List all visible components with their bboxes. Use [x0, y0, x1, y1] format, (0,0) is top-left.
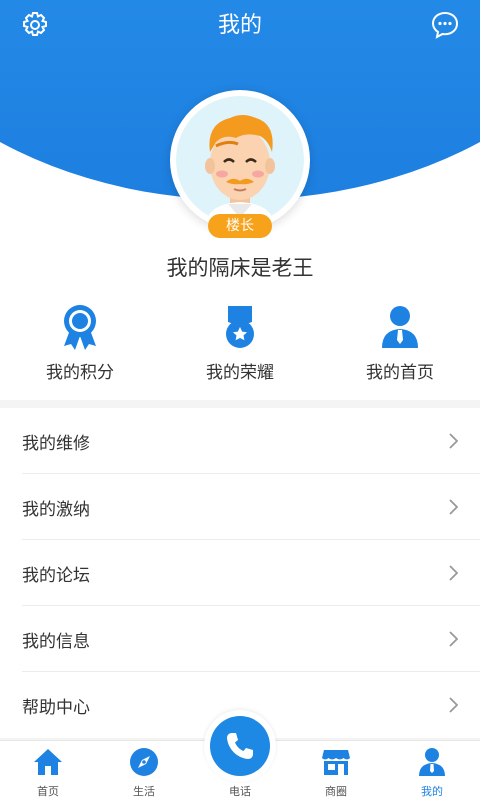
tab-phone-label: 电话: [229, 785, 251, 798]
feature-points[interactable]: 我的积分: [0, 290, 160, 400]
menu-item-label: 我的论坛: [22, 565, 90, 586]
home-icon: [34, 749, 62, 775]
menu-item-forum[interactable]: 我的论坛: [0, 540, 480, 606]
medal-icon: [226, 306, 254, 348]
phone-icon: [227, 733, 253, 759]
person-icon: [419, 748, 445, 776]
user-profile-icon: [382, 306, 418, 348]
tab-home-label: 首页: [37, 785, 59, 798]
menu-item-label: 我的信息: [22, 631, 90, 652]
feature-points-label: 我的积分: [46, 363, 114, 383]
page-title: 我的: [217, 13, 262, 38]
ribbon-award-icon: [64, 305, 96, 350]
menu-item-label: 我的维修: [22, 433, 90, 454]
feature-homepage-label: 我的首页: [366, 363, 434, 383]
profile-header: 我的 楼长 我的隔床是老王: [0, 0, 480, 290]
tab-life[interactable]: 生活: [96, 741, 192, 800]
avatar-image: [176, 96, 304, 224]
feature-honor[interactable]: 我的荣耀: [160, 290, 320, 400]
chevron-right-icon: [449, 697, 458, 713]
menu-item-label: 帮助中心: [22, 697, 90, 718]
call-button-circle: [210, 716, 270, 776]
chevron-right-icon: [449, 499, 458, 515]
menu-item-label: 我的激纳: [22, 499, 90, 520]
tab-mine[interactable]: 我的: [384, 741, 480, 800]
avatar[interactable]: [170, 90, 310, 230]
feature-row: 我的积分 我的荣耀 我的首页: [0, 290, 480, 400]
chat-bubble-icon[interactable]: [430, 10, 460, 40]
call-button[interactable]: [204, 710, 276, 782]
tab-business-label: 商圈: [325, 785, 347, 798]
menu-item-info[interactable]: 我的信息: [0, 606, 480, 672]
cartoon-man-icon: [205, 115, 275, 224]
rank-badge: 楼长: [208, 214, 272, 238]
tab-business[interactable]: 商圈: [288, 741, 384, 800]
menu-list: 我的维修 我的激纳 我的论坛 我的信息 帮助中心: [0, 408, 480, 738]
compass-icon: [130, 748, 158, 776]
menu-item-payment[interactable]: 我的激纳: [0, 474, 480, 540]
menu-item-repair[interactable]: 我的维修: [0, 408, 480, 474]
username: 我的隔床是老王: [166, 256, 314, 280]
feature-homepage[interactable]: 我的首页: [320, 290, 480, 400]
feature-honor-label: 我的荣耀: [206, 363, 274, 383]
chevron-right-icon: [449, 565, 458, 581]
store-icon: [322, 750, 350, 775]
chevron-right-icon: [449, 631, 458, 647]
tab-mine-label: 我的: [421, 785, 443, 798]
tab-life-label: 生活: [133, 785, 155, 798]
chevron-right-icon: [449, 433, 458, 449]
tab-home[interactable]: 首页: [0, 741, 96, 800]
